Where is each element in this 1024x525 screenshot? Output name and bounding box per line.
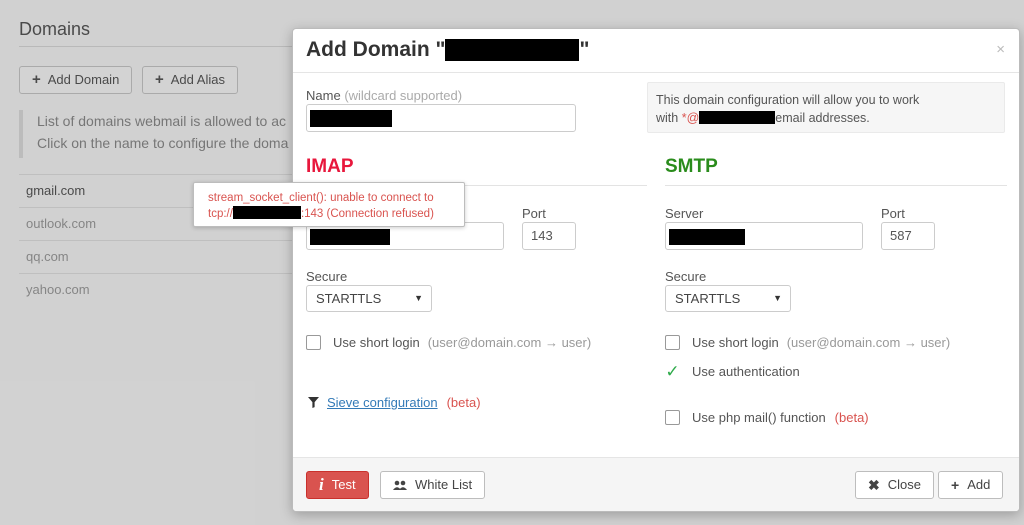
sieve-configuration-row: Sieve configuration (beta) <box>308 395 481 410</box>
imap-port-input[interactable]: 143 <box>522 222 576 250</box>
redacted-block <box>310 228 390 245</box>
smtp-server-input[interactable] <box>665 222 863 250</box>
redacted-block <box>310 110 392 128</box>
name-label: Name (wildcard supported) <box>306 88 463 103</box>
smtp-use-authentication[interactable]: ✓ Use authentication <box>665 363 799 380</box>
caret-down-icon: ▼ <box>773 293 782 303</box>
modal-header: Add Domain " " × <box>293 29 1019 73</box>
close-icon[interactable]: × <box>996 41 1005 58</box>
sieve-configuration-link[interactable]: Sieve configuration <box>327 395 438 410</box>
imap-short-login-checkbox[interactable] <box>306 335 321 350</box>
smtp-secure-label: Secure <box>665 269 707 284</box>
add-button[interactable]: + Add <box>938 471 1004 499</box>
smtp-php-mail[interactable]: Use php mail() function (beta) <box>665 410 869 425</box>
redacted-block <box>669 228 745 245</box>
smtp-short-login-checkbox[interactable] <box>665 335 680 350</box>
imap-short-login[interactable]: Use short login (user@domain.com → user) <box>306 335 591 350</box>
redacted-block <box>699 111 776 124</box>
error-tooltip: stream_socket_client(): unable to connec… <box>193 182 465 227</box>
white-list-button[interactable]: White List <box>380 471 486 499</box>
checkmark-icon[interactable]: ✓ <box>665 363 680 380</box>
caret-down-icon: ▼ <box>414 293 423 303</box>
modal-title: Add Domain " " <box>306 38 590 62</box>
imap-secure-label: Secure <box>306 269 348 284</box>
filter-icon <box>308 397 319 408</box>
domain-name-input[interactable] <box>306 104 576 132</box>
redacted-block <box>232 206 301 219</box>
plus-icon: + <box>951 477 960 493</box>
imap-secure-select[interactable]: STARTTLS ▼ <box>306 285 432 312</box>
users-icon <box>393 480 407 490</box>
info-icon: i <box>319 475 324 494</box>
imap-port-label: Port <box>522 206 546 221</box>
modal-footer: i Test White List ✖ Close + Add <box>293 457 1019 511</box>
close-x-icon: ✖ <box>868 477 880 493</box>
smtp-server-label: Server <box>665 206 704 221</box>
info-box: This domain configuration will allow you… <box>647 82 1005 133</box>
imap-title: IMAP <box>306 156 354 177</box>
redacted-block <box>445 39 580 62</box>
php-mail-checkbox[interactable] <box>665 410 680 425</box>
smtp-port-label: Port <box>881 206 905 221</box>
close-button[interactable]: ✖ Close <box>855 471 934 499</box>
smtp-title: SMTP <box>665 156 718 177</box>
smtp-divider <box>665 185 1007 186</box>
test-button[interactable]: i Test <box>306 471 369 499</box>
add-domain-modal: Add Domain " " × Name (wildcard supported… <box>292 28 1020 512</box>
smtp-port-input[interactable]: 587 <box>881 222 935 250</box>
smtp-secure-select[interactable]: STARTTLS ▼ <box>665 285 791 312</box>
smtp-short-login[interactable]: Use short login (user@domain.com → user) <box>665 335 950 350</box>
